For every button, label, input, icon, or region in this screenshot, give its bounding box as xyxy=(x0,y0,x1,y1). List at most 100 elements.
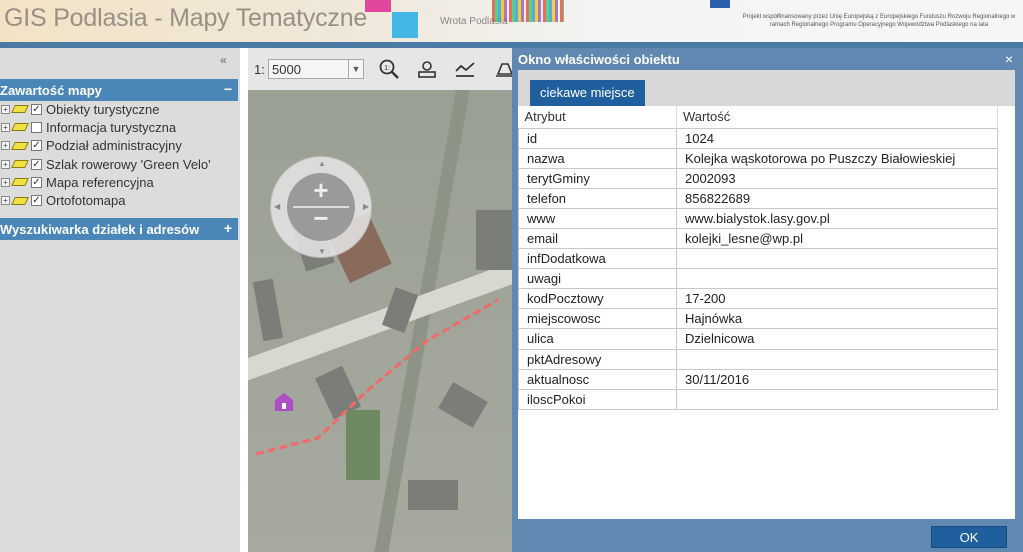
attribute-name: aktualnosc xyxy=(518,368,677,390)
layer-item[interactable]: + ✓ Podział administracyjny xyxy=(0,137,238,155)
scale-value: 5000 xyxy=(272,62,301,77)
table-row[interactable]: infDodatkowa xyxy=(518,248,998,270)
pan-left-icon[interactable]: ◀ xyxy=(274,202,280,211)
wrota-podlasia-graphic xyxy=(492,0,564,22)
app-header: GIS Podlasia - Mapy Tematyczne Wrota Pod… xyxy=(0,0,1023,42)
attribute-value: www.bialystok.lasy.gov.pl xyxy=(676,207,998,229)
layer-checkbox[interactable]: ✓ xyxy=(31,195,42,207)
table-row[interactable]: terytGminy 2002093 xyxy=(518,167,998,189)
pan-down-icon[interactable]: ▼ xyxy=(318,247,326,256)
attribute-name: kodPocztowy xyxy=(518,288,677,310)
layer-icon xyxy=(11,141,29,150)
expand-icon[interactable]: + xyxy=(1,104,10,114)
attribute-value xyxy=(676,388,998,410)
chevron-down-icon[interactable]: ▼ xyxy=(348,60,363,78)
scale-select[interactable]: 5000 ▼ xyxy=(268,59,364,79)
layer-item[interactable]: + Informacja turystyczna xyxy=(0,118,238,136)
layer-item[interactable]: + ✓ Mapa referencyjna xyxy=(0,173,238,191)
tab-ciekawe-miejsce[interactable]: ciekawe miejsce xyxy=(530,80,645,106)
pan-zoom-control[interactable]: ▲ ▼ ◀ ▶ + − xyxy=(270,156,372,258)
attribute-name: pktAdresowy xyxy=(518,348,677,370)
map-view[interactable]: 1: 5000 ▼ 1: ▲ ▼ ◀ ▶ + − xyxy=(248,48,513,552)
pan-right-icon[interactable]: ▶ xyxy=(363,202,369,211)
layer-icon xyxy=(11,196,29,205)
zoom-out-icon[interactable]: − xyxy=(287,203,355,234)
layer-label: Ortofotomapa xyxy=(46,193,126,209)
map-toolbar: 1: 5000 ▼ 1: xyxy=(248,48,513,90)
dialog-title: Okno właściwości obiektu xyxy=(518,52,680,67)
layer-item[interactable]: + ✓ Obiekty turystyczne xyxy=(0,100,238,118)
layer-item[interactable]: + ✓ Szlak rowerowy 'Green Velo' xyxy=(0,155,238,173)
table-row[interactable]: email kolejki_lesne@wp.pl xyxy=(518,227,998,250)
attribute-name: miejscowosc xyxy=(518,308,677,330)
map-contents-header[interactable]: Zawartość mapy − xyxy=(0,79,238,101)
attraction-marker-icon[interactable] xyxy=(274,392,294,412)
attribute-value: 1024 xyxy=(676,127,998,149)
layer-checkbox[interactable]: ✓ xyxy=(31,158,42,170)
table-row[interactable]: pktAdresowy xyxy=(518,348,998,370)
attribute-value xyxy=(676,348,998,370)
table-row[interactable]: telefon 856822689 xyxy=(518,187,998,209)
expand-section-icon[interactable]: + xyxy=(224,220,232,236)
attribute-name: infDodatkowa xyxy=(518,248,677,270)
zoom-control: + − xyxy=(287,173,355,241)
table-row[interactable]: nazwa Kolejka wąskotorowa po Puszczy Biał… xyxy=(518,147,998,169)
expand-icon[interactable]: + xyxy=(1,177,10,187)
table-row[interactable]: uwagi xyxy=(518,268,998,290)
object-properties-dialog: Okno właściwości obiektu × ciekawe miejs… xyxy=(512,48,1023,552)
attribute-value: 30/11/2016 xyxy=(676,368,998,390)
layer-label: Szlak rowerowy 'Green Velo' xyxy=(46,156,211,172)
dialog-footer: OK xyxy=(512,521,1023,552)
layer-label: Mapa referencyjna xyxy=(46,174,154,190)
attributes-table: Atrybut Wartość id 1024 nazwa Kolejka wąsko… xyxy=(518,106,998,410)
table-header: Atrybut Wartość xyxy=(518,106,998,128)
table-row[interactable]: www www.bialystok.lasy.gov.pl xyxy=(518,207,998,229)
attribute-name: www xyxy=(518,207,677,229)
orthophoto-map[interactable]: ▲ ▼ ◀ ▶ + − xyxy=(248,90,513,552)
expand-icon[interactable]: + xyxy=(1,159,10,169)
zoom-in-icon[interactable]: + xyxy=(287,175,355,206)
attribute-name: email xyxy=(518,227,677,250)
brand-logo-mark-2 xyxy=(392,12,418,38)
table-row[interactable]: miejscowosc Hajnówka xyxy=(518,308,998,330)
layer-item[interactable]: + ✓ Ortofotomapa xyxy=(0,191,238,209)
collapse-sidebar-button[interactable]: « xyxy=(220,53,227,67)
ok-button[interactable]: OK xyxy=(931,526,1007,548)
expand-icon[interactable]: + xyxy=(1,141,10,151)
expand-icon[interactable]: + xyxy=(1,122,10,132)
parcel-search-header[interactable]: Wyszukiwarka działek i adresów + xyxy=(0,218,238,240)
attribute-name: telefon xyxy=(518,187,677,209)
table-row[interactable]: id 1024 xyxy=(518,127,998,149)
pan-up-icon[interactable]: ▲ xyxy=(318,159,326,168)
attribute-value xyxy=(676,248,998,270)
layer-checkbox[interactable] xyxy=(31,121,42,133)
table-row[interactable]: ulica Dzielnicowa xyxy=(518,328,998,350)
layer-icon xyxy=(11,178,29,187)
table-row[interactable]: aktualnosc 30/11/2016 xyxy=(518,368,998,390)
expand-icon[interactable]: + xyxy=(1,196,10,206)
dialog-body: ciekawe miejsce Atrybut Wartość id 1024 na… xyxy=(518,70,1015,519)
table-row[interactable]: kodPocztowy 17-200 xyxy=(518,288,998,310)
close-icon[interactable]: × xyxy=(1005,51,1013,67)
attribute-value: Hajnówka xyxy=(676,308,998,330)
layer-label: Informacja turystyczna xyxy=(46,119,177,135)
column-header-attribute[interactable]: Atrybut xyxy=(518,106,677,128)
layer-label: Podział administracyjny xyxy=(46,138,182,154)
attribute-value: Kolejka wąskotorowa po Puszczy Białowies… xyxy=(676,147,998,169)
svg-text:1:: 1: xyxy=(384,65,390,72)
layer-icon xyxy=(11,160,29,169)
layer-icon[interactable] xyxy=(416,58,438,80)
attribute-value: 17-200 xyxy=(676,288,998,310)
table-row[interactable]: iloscPokoi xyxy=(518,388,998,410)
layer-checkbox[interactable]: ✓ xyxy=(31,103,42,115)
attribute-value xyxy=(676,268,998,290)
column-header-value[interactable]: Wartość xyxy=(676,106,998,128)
profile-icon[interactable] xyxy=(454,58,476,80)
attribute-value: Dzielnicowa xyxy=(676,328,998,350)
app-title: GIS Podlasia - Mapy Tematyczne xyxy=(4,4,368,32)
layer-checkbox[interactable]: ✓ xyxy=(31,176,42,188)
zoom-to-scale-icon[interactable]: 1: xyxy=(378,58,400,80)
print-icon[interactable] xyxy=(494,58,513,80)
collapse-section-icon[interactable]: − xyxy=(224,81,232,97)
layer-checkbox[interactable]: ✓ xyxy=(31,140,42,152)
